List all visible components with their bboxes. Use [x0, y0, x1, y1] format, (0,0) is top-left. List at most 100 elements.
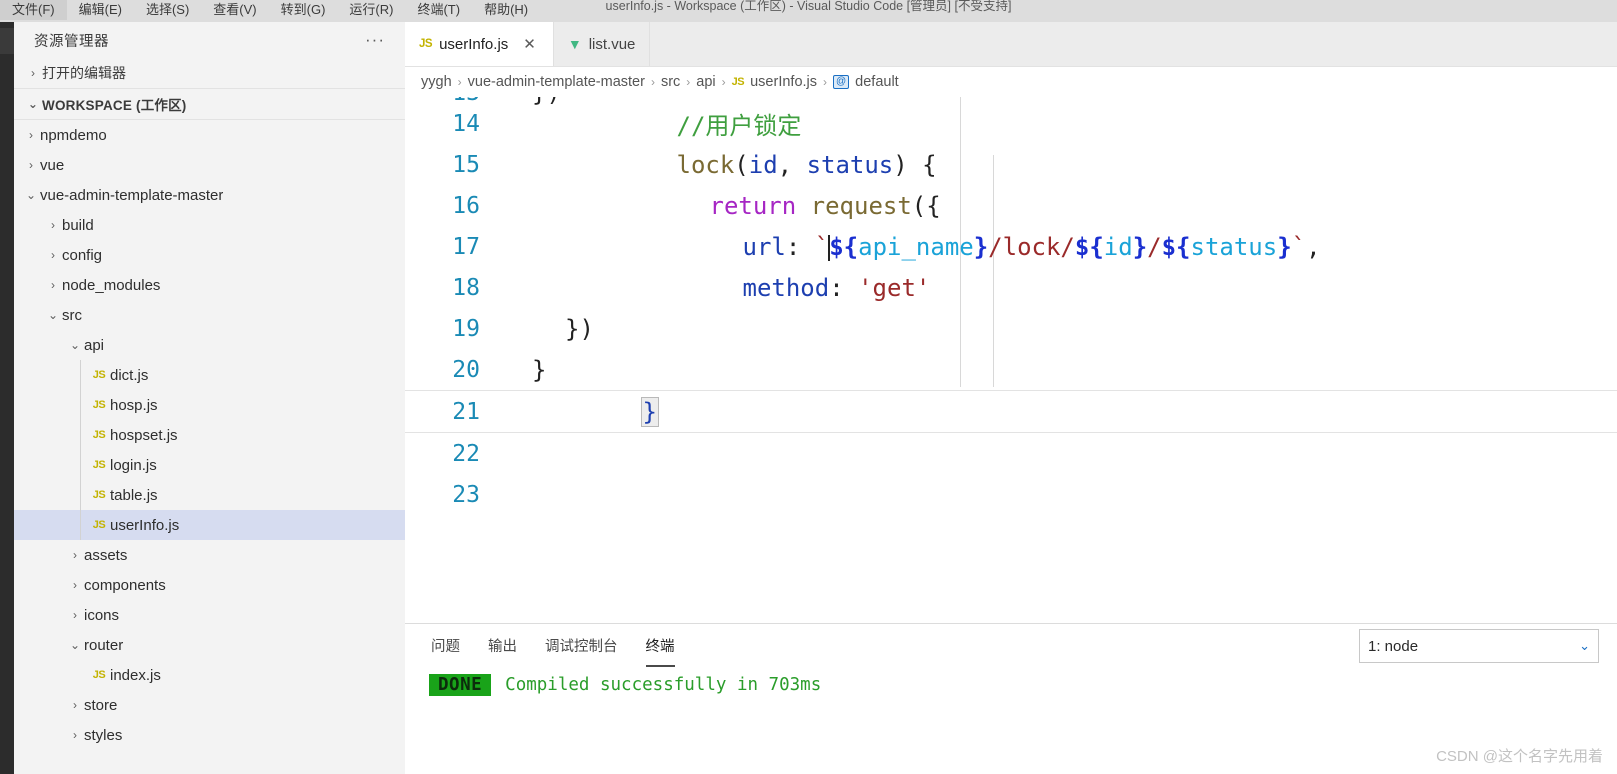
menu-item-file[interactable]: 文件(F): [0, 0, 67, 20]
tree-item-label: styles: [84, 726, 123, 744]
chevron-down-icon: ⌄: [1579, 638, 1590, 653]
terminal-selector-dropdown[interactable]: 1: node ⌄: [1359, 629, 1599, 663]
menu-item-terminal[interactable]: 终端(T): [405, 0, 472, 20]
code-punct: :: [829, 273, 859, 302]
close-icon[interactable]: ✕: [520, 36, 539, 53]
tree-file-dict-js[interactable]: JS dict.js: [14, 360, 405, 390]
line-number: 20: [452, 356, 480, 383]
js-file-icon: JS: [731, 76, 745, 88]
tree-folder-vue[interactable]: › vue: [14, 150, 405, 180]
menu-item-view[interactable]: 查看(V): [201, 0, 268, 20]
tree-file-table-js[interactable]: JS table.js: [14, 480, 405, 510]
tab-label: userInfo.js: [439, 35, 509, 53]
chevron-right-icon: ›: [73, 578, 77, 592]
js-file-icon: JS: [92, 459, 106, 471]
explorer-activity-icon[interactable]: [0, 28, 14, 54]
tree-file-index-js[interactable]: JS index.js: [14, 660, 405, 690]
breadcrumb: yygh › vue-admin-template-master › src ›…: [405, 67, 1617, 97]
code-template-open: ${: [1161, 232, 1191, 261]
panel-tab-debug-console[interactable]: 调试控制台: [543, 631, 620, 660]
activity-bar[interactable]: [0, 22, 14, 774]
code-variable: id: [1103, 232, 1133, 261]
tree-file-hospset-js[interactable]: JS hospset.js: [14, 420, 405, 450]
line-number: 18: [452, 274, 480, 301]
tree-folder-build[interactable]: › build: [14, 210, 405, 240]
breadcrumb-item-symbol[interactable]: default: [855, 74, 899, 90]
line-number: 19: [452, 315, 480, 342]
panel-tab-terminal[interactable]: 终端: [644, 631, 677, 667]
menu-item-run[interactable]: 运行(R): [337, 0, 405, 20]
terminal-message: Compiled successfully in 703ms: [505, 675, 822, 695]
code-line-23: 23: [405, 474, 1617, 515]
tree-item-label: icons: [84, 606, 120, 624]
more-actions-icon[interactable]: ···: [359, 31, 391, 49]
tree-file-userInfo-js[interactable]: JS userInfo.js: [14, 510, 405, 540]
line-number: 14: [452, 110, 480, 137]
menu-item-help[interactable]: 帮助(H): [472, 0, 540, 20]
explorer-sidebar: 资源管理器 ··· › 打开的编辑器 ⌄ WORKSPACE (工作区) › np…: [14, 22, 406, 774]
terminal-selector-value: 1: node: [1368, 637, 1419, 655]
tree-folder-vue-admin-template-master[interactable]: ⌄ vue-admin-template-master: [14, 180, 405, 210]
line-number: 23: [452, 481, 480, 508]
chevron-right-icon: ›: [457, 75, 462, 89]
tree-folder-icons[interactable]: › icons: [14, 600, 405, 630]
chevron-down-icon: ⌄: [25, 188, 37, 202]
matching-bracket: }: [640, 396, 659, 427]
tree-file-hosp-js[interactable]: JS hosp.js: [14, 390, 405, 420]
breadcrumb-item-api[interactable]: api: [696, 74, 715, 90]
code-property: method: [742, 273, 830, 302]
js-file-icon: JS: [92, 429, 106, 441]
breadcrumb-item-project[interactable]: vue-admin-template-master: [468, 74, 645, 90]
tab-list-vue[interactable]: ▼ list.vue: [553, 22, 651, 66]
tree-folder-router[interactable]: ⌄ router: [14, 630, 405, 660]
tree-folder-styles[interactable]: › styles: [14, 720, 405, 750]
panel-tab-output[interactable]: 输出: [486, 631, 519, 660]
tree-item-label: dict.js: [110, 366, 149, 384]
chevron-right-icon: ›: [51, 248, 55, 262]
menu-item-select[interactable]: 选择(S): [134, 0, 201, 20]
section-workspace-label: WORKSPACE (工作区): [42, 98, 187, 113]
chevron-down-icon: ⌄: [69, 638, 81, 652]
menu-item-goto[interactable]: 转到(G): [269, 0, 338, 20]
explorer-title: 资源管理器: [34, 33, 109, 50]
tree-folder-npmdemo[interactable]: › npmdemo: [14, 120, 405, 150]
tree-file-login-js[interactable]: JS login.js: [14, 450, 405, 480]
tree-item-label: login.js: [110, 456, 157, 474]
tree-folder-assets[interactable]: › assets: [14, 540, 405, 570]
panel-tab-problems[interactable]: 问题: [429, 631, 462, 660]
tree-folder-src[interactable]: ⌄ src: [14, 300, 405, 330]
tree-item-label: build: [62, 216, 94, 234]
explorer-header: 资源管理器 ···: [14, 22, 405, 58]
breadcrumb-item-file[interactable]: userInfo.js: [750, 74, 817, 90]
breadcrumb-item-yygh[interactable]: yygh: [421, 74, 452, 90]
tree-folder-api[interactable]: ⌄ api: [14, 330, 405, 360]
editor-area: JS userInfo.js ✕ ▼ list.vue yygh › vue-a…: [405, 22, 1617, 774]
menu-item-edit[interactable]: 编辑(E): [67, 0, 134, 20]
tab-label: list.vue: [588, 35, 636, 53]
terminal-output[interactable]: DONE Compiled successfully in 703ms: [405, 666, 1617, 696]
js-file-icon: JS: [92, 399, 106, 411]
vscode-window: userInfo.js - Workspace (工作区) - Visual S…: [0, 0, 1617, 774]
tree-item-label: hosp.js: [110, 396, 158, 414]
code-string: 'get': [858, 273, 931, 302]
tree-item-label: router: [84, 636, 124, 654]
code-line-22: 22: [405, 433, 1617, 474]
status-badge: DONE: [429, 674, 492, 696]
section-workspace[interactable]: ⌄ WORKSPACE (工作区): [14, 88, 405, 120]
chevron-right-icon: ›: [51, 278, 55, 292]
tree-folder-store[interactable]: › store: [14, 690, 405, 720]
breadcrumb-item-src[interactable]: src: [661, 74, 680, 90]
code-text: }): [565, 314, 594, 343]
title-bar: userInfo.js - Workspace (工作区) - Visual S…: [0, 0, 1617, 22]
chevron-right-icon: ›: [29, 158, 33, 172]
chevron-right-icon: ›: [73, 608, 77, 622]
section-open-editors[interactable]: › 打开的编辑器: [14, 58, 405, 88]
tab-userinfo-js[interactable]: JS userInfo.js ✕: [405, 22, 554, 66]
tree-item-label: node_modules: [62, 276, 161, 294]
code-editor[interactable]: 13 }) 14 //用户锁定 15 lock(id, status) { 16: [405, 97, 1617, 625]
chevron-right-icon: ›: [31, 66, 35, 80]
tree-item-label: store: [84, 696, 118, 714]
tree-folder-node_modules[interactable]: › node_modules: [14, 270, 405, 300]
tree-folder-config[interactable]: › config: [14, 240, 405, 270]
tree-folder-components[interactable]: › components: [14, 570, 405, 600]
